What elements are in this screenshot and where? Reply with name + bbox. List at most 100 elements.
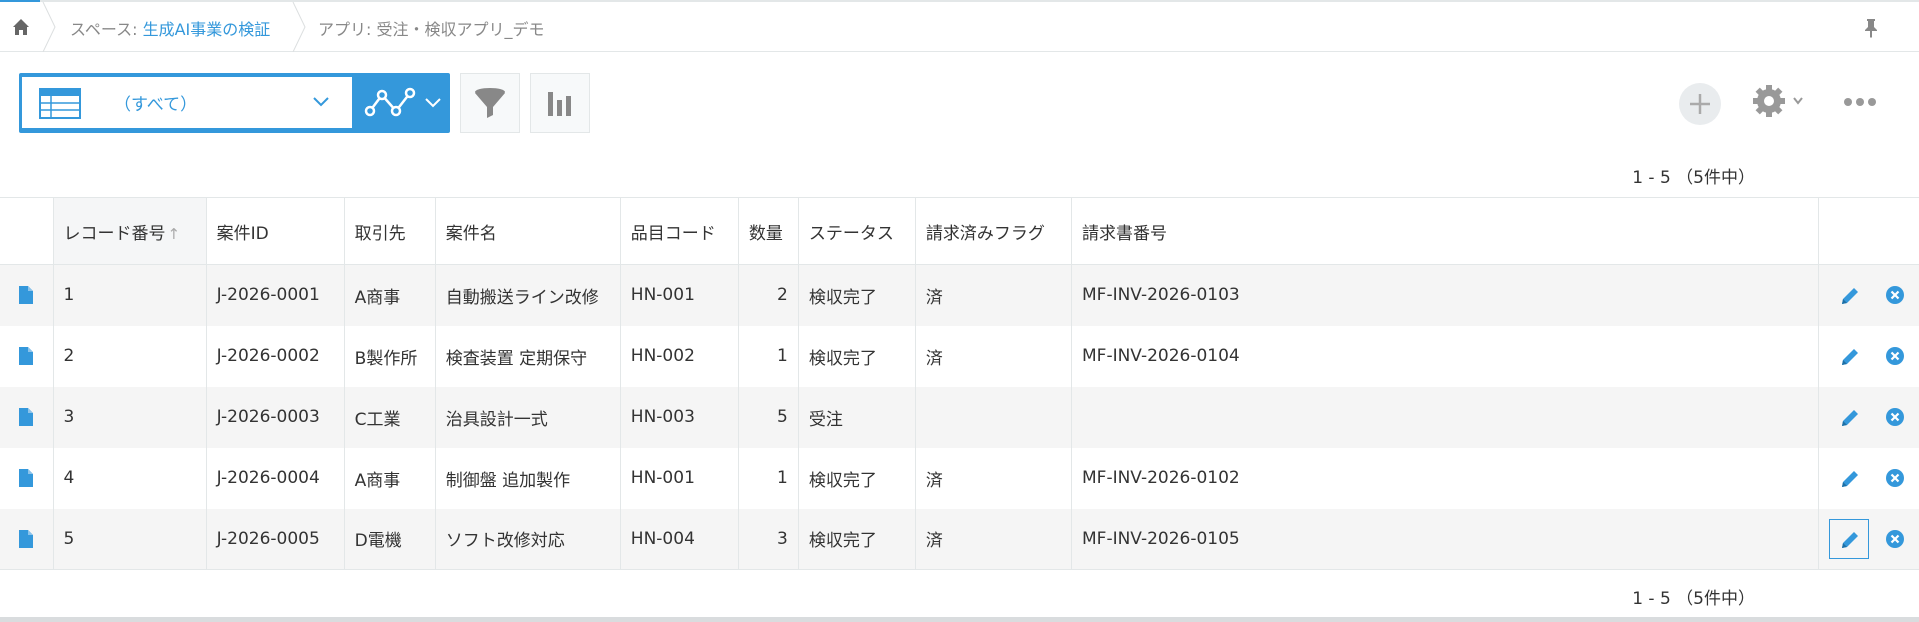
detail-cell[interactable] [0,325,54,387]
detail-cell[interactable] [0,264,54,326]
chevron-down-icon [313,97,329,107]
view-dropdown[interactable]: （すべて） [22,77,352,128]
cell-status: 検収完了 [798,264,916,326]
graph-button[interactable] [530,73,590,133]
cell-billed-flag [915,386,1073,448]
pin-icon[interactable] [1863,17,1879,39]
delete-button[interactable] [1885,407,1905,427]
cell-quantity: 3 [738,508,799,570]
cell-case-name: 検査装置 定期保守 [435,325,621,387]
record-detail-icon[interactable] [19,469,34,487]
header-quantity[interactable]: 数量 [738,197,799,265]
breadcrumb-space-prefix: スペース: [70,20,143,39]
cell-case-name: 制御盤 追加製作 [435,447,621,509]
cell-quantity: 2 [738,264,799,326]
cell-invoice-number: MF-INV-2026-0104 [1071,325,1820,387]
breadcrumb-separator-icon [292,2,306,52]
gear-icon[interactable] [1752,84,1786,118]
header-label: 請求書番号 [1082,223,1167,244]
record-detail-icon[interactable] [19,408,34,426]
header-record-number[interactable]: レコード番号 ↑ [53,197,207,265]
cell-status: 受注 [798,386,916,448]
header-item-code[interactable]: 品目コード [620,197,739,265]
header-label: 取引先 [354,223,406,244]
header-case-id[interactable]: 案件ID [206,197,345,265]
cell-case-name: 治具設計一式 [435,386,621,448]
delete-icon [1886,529,1905,548]
cell-quantity: 5 [738,386,799,448]
delete-button[interactable] [1885,529,1905,549]
record-detail-icon[interactable] [19,347,34,365]
header-billed-flag[interactable]: 請求済みフラグ [915,197,1073,265]
cell-case-id: J-2026-0002 [206,325,345,387]
breadcrumb-app[interactable]: アプリ: 受注・検収アプリ_デモ [318,16,544,40]
bottom-border [0,617,1919,622]
cell-invoice-number: MF-INV-2026-0105 [1071,508,1820,570]
cell-invoice-number: MF-INV-2026-0103 [1071,264,1820,326]
pencil-icon [1842,471,1859,487]
detail-cell[interactable] [0,447,54,509]
cell-invoice-number: MF-INV-2026-0102 [1071,447,1820,509]
table-row: 3 J-2026-0003 C工業 治具設計一式 HN-003 5 受注 [0,386,1919,448]
pencil-icon [1842,288,1859,305]
cell-item-code: HN-002 [620,325,739,387]
table-header-row: レコード番号 ↑ 案件ID 取引先 案件名 品目コード 数量 ステータス 請求済み… [0,197,1919,265]
cell-record-number: 4 [53,447,207,509]
table-row: 2 J-2026-0002 B製作所 検査装置 定期保守 HN-002 1 検収完了済 MF-… [0,325,1919,387]
edit-button[interactable] [1829,458,1869,498]
cell-billed-flag: 済 [915,447,1073,509]
cell-case-id: J-2026-0001 [206,264,345,326]
edit-button[interactable] [1829,397,1869,437]
record-detail-icon[interactable] [19,529,34,548]
header-actions-col [1818,197,1919,265]
actions-cell [1818,386,1919,448]
cell-quantity: 1 [738,447,799,509]
delete-icon [1886,347,1905,365]
breadcrumb-space[interactable]: スペース: 生成AI事業の検証 [70,16,270,40]
header-label: 請求済みフラグ [925,223,1045,244]
cell-client: A商事 [344,264,436,326]
actions-cell [1818,447,1919,509]
record-detail-icon[interactable] [19,286,34,305]
edit-button[interactable] [1829,518,1870,559]
pencil-icon [1842,349,1859,365]
cell-client: A商事 [344,447,436,509]
actions-cell [1818,264,1919,326]
pagination-top: 1 - 5 （5件中） [1632,168,1755,188]
view-selector: （すべて） [19,73,450,133]
cell-record-number: 2 [53,325,207,387]
cell-quantity: 1 [738,325,799,387]
cell-billed-flag: 済 [915,508,1073,570]
filter-button[interactable] [460,73,520,133]
cell-billed-flag: 済 [915,264,1073,326]
graph-chevron-down-icon[interactable] [424,96,442,110]
cell-item-code: HN-004 [620,508,739,570]
breadcrumb-space-link[interactable]: 生成AI事業の検証 [143,20,271,39]
more-options-icon[interactable] [1842,96,1878,108]
header-status[interactable]: ステータス [798,197,916,265]
cell-billed-flag: 済 [915,325,1073,387]
header-case-name[interactable]: 案件名 [435,197,621,265]
cell-client: C工業 [344,386,436,448]
table-row: 4 J-2026-0004 A商事 制御盤 追加製作 HN-001 1 検収完了済 MF-IN… [0,447,1919,509]
cell-case-id: J-2026-0004 [206,447,345,509]
cell-case-name: 自動搬送ライン改修 [435,264,621,326]
delete-button[interactable] [1885,346,1905,366]
edit-button[interactable] [1829,275,1869,315]
detail-cell[interactable] [0,386,54,448]
filter-icon [475,88,505,118]
edit-button[interactable] [1829,336,1869,376]
detail-cell[interactable] [0,508,54,570]
delete-button[interactable] [1885,468,1905,488]
header-invoice-number[interactable]: 請求書番号 [1071,197,1820,265]
header-label: 数量 [748,223,783,244]
cell-item-code: HN-001 [620,264,739,326]
home-icon[interactable] [10,16,32,38]
header-client[interactable]: 取引先 [344,197,436,265]
graph-view-icon[interactable] [364,83,416,121]
delete-button[interactable] [1885,285,1905,305]
pencil-icon [1842,410,1859,426]
gear-chevron-down-icon[interactable] [1792,96,1804,106]
header-label: 品目コード [630,223,716,244]
add-record-button[interactable] [1679,83,1721,125]
